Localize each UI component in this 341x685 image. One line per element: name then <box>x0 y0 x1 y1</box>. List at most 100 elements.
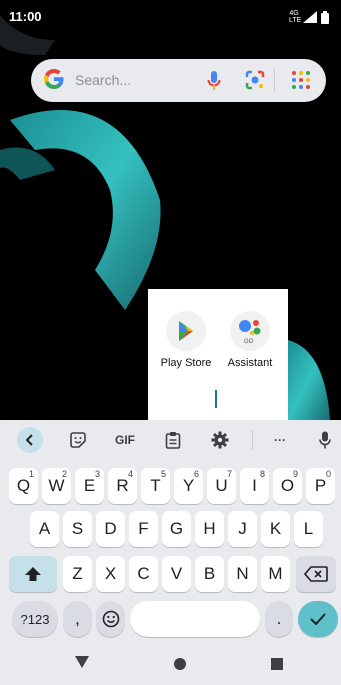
key-j[interactable]: J <box>228 511 257 547</box>
key-y[interactable]: Y6 <box>174 468 203 504</box>
key-label: E <box>83 476 96 495</box>
emoji-key[interactable] <box>96 601 125 637</box>
key-hint: 9 <box>292 469 298 479</box>
key-o[interactable]: O9 <box>273 468 302 504</box>
app-label: Play Store <box>160 357 212 369</box>
app-folder-popup: Play Store GO Assistant <box>148 289 288 420</box>
key-label: P <box>314 476 327 495</box>
key-d[interactable]: D <box>96 511 125 547</box>
app-grid-icon[interactable] <box>291 70 311 95</box>
key-label: I <box>252 476 257 495</box>
key-t[interactable]: T5 <box>141 468 170 504</box>
nav-back-button[interactable] <box>74 655 90 674</box>
key-label: Q <box>16 476 31 495</box>
key-x[interactable]: X <box>96 556 125 592</box>
clipboard-icon <box>165 432 181 449</box>
key-f[interactable]: F <box>129 511 158 547</box>
google-lens-icon[interactable] <box>244 69 266 96</box>
key-b[interactable]: B <box>195 556 224 592</box>
key-c[interactable]: C <box>129 556 158 592</box>
triangle-back-icon <box>75 656 89 668</box>
key-s[interactable]: S <box>63 511 92 547</box>
key-hint: 2 <box>61 469 67 479</box>
app-label: Assistant <box>227 357 273 369</box>
key-hint: 4 <box>127 469 133 479</box>
key-label: W <box>48 476 65 495</box>
key-r[interactable]: R4 <box>108 468 137 504</box>
key-hint: 7 <box>226 469 232 479</box>
key-m[interactable]: M <box>261 556 290 592</box>
key-hint: 0 <box>325 469 331 479</box>
symbols-key[interactable]: ?123 <box>12 601 58 637</box>
assistant-icon: GO <box>230 311 270 351</box>
status-icons: 4G LTE <box>289 10 329 24</box>
chevron-left-icon <box>17 427 43 453</box>
app-play-store[interactable]: Play Store <box>156 311 216 369</box>
key-hint: 5 <box>160 469 166 479</box>
key-label: U <box>215 476 228 495</box>
battery-icon <box>321 10 329 24</box>
shift-icon <box>25 567 41 581</box>
search-divider <box>274 69 275 92</box>
status-time: 11:00 <box>9 9 42 24</box>
key-e[interactable]: E3 <box>75 468 104 504</box>
signal-icon <box>303 11 317 23</box>
enter-key[interactable] <box>298 601 338 637</box>
keyboard-toolbar: GIF ··· <box>0 420 341 460</box>
toolbar-divider <box>252 430 253 450</box>
emoji-icon <box>102 610 119 628</box>
period-key[interactable]: . <box>265 601 293 637</box>
key-w[interactable]: W2 <box>42 468 71 504</box>
key-l[interactable]: L <box>294 511 323 547</box>
key-h[interactable]: H <box>195 511 224 547</box>
nav-home-button[interactable] <box>173 657 187 676</box>
square-recents-icon <box>271 658 283 670</box>
key-hint: 8 <box>259 469 265 479</box>
key-p[interactable]: P0 <box>306 468 335 504</box>
clipboard-button[interactable] <box>162 428 184 452</box>
settings-button[interactable] <box>209 428 231 452</box>
more-button[interactable]: ··· <box>268 428 292 452</box>
key-i[interactable]: I8 <box>240 468 269 504</box>
key-a[interactable]: A <box>30 511 59 547</box>
key-label: Y <box>182 476 195 495</box>
gear-icon <box>211 431 229 449</box>
key-n[interactable]: N <box>228 556 257 592</box>
key-hint: 3 <box>94 469 100 479</box>
comma-key[interactable]: , <box>63 601 92 637</box>
key-g[interactable]: G <box>162 511 191 547</box>
keyboard: GIF ··· Q 1 W 2 E 3 R 4 T 5 Y 6 U 7 I 8 … <box>0 420 341 685</box>
status-bar: 11:00 4G LTE <box>0 0 341 34</box>
key-hint: 1 <box>28 469 34 479</box>
gif-button[interactable]: GIF <box>111 428 139 452</box>
key-u[interactable]: U7 <box>207 468 236 504</box>
nav-recents-button[interactable] <box>270 657 284 676</box>
shift-key[interactable] <box>9 556 57 592</box>
network-type-label: 4G LTE <box>289 10 302 24</box>
voice-input-button[interactable] <box>315 428 335 452</box>
google-logo-icon <box>43 68 65 96</box>
navigation-bar <box>0 643 341 685</box>
google-search-bar[interactable]: Search... <box>31 59 326 102</box>
key-label: T <box>150 476 161 495</box>
sticker-button[interactable] <box>66 428 90 452</box>
key-hint: 6 <box>193 469 199 479</box>
key-q[interactable]: Q1 <box>9 468 38 504</box>
key-z[interactable]: Z <box>63 556 92 592</box>
key-label: R <box>116 476 129 495</box>
key-k[interactable]: K <box>261 511 290 547</box>
voice-search-icon[interactable] <box>207 70 221 97</box>
sticker-icon <box>70 432 86 448</box>
checkmark-icon <box>310 613 326 625</box>
key-label: O <box>280 476 295 495</box>
backspace-key[interactable] <box>296 556 336 592</box>
space-key[interactable] <box>130 601 260 637</box>
backspace-icon <box>304 566 328 582</box>
toolbar-back-button[interactable] <box>17 427 43 453</box>
search-placeholder: Search... <box>75 72 132 88</box>
app-assistant[interactable]: GO Assistant <box>220 311 280 369</box>
key-v[interactable]: V <box>162 556 191 592</box>
text-cursor <box>215 390 217 408</box>
microphone-icon <box>319 431 331 449</box>
play-store-icon <box>166 311 206 351</box>
